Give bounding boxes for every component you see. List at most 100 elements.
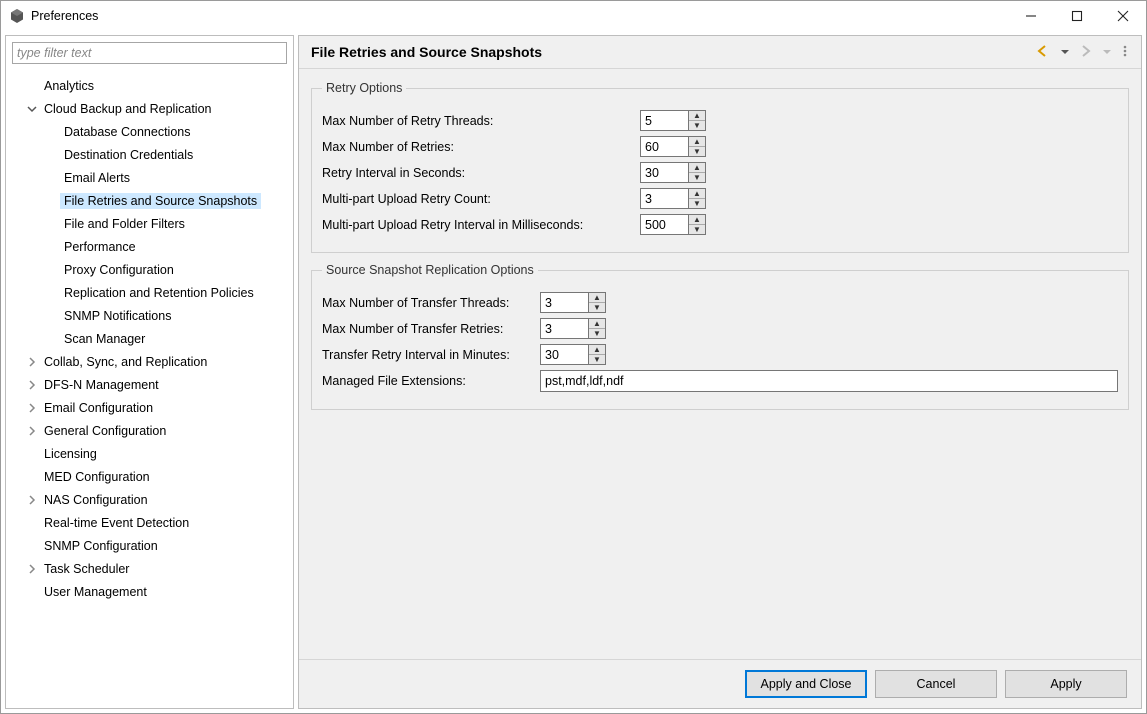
titlebar: Preferences	[1, 1, 1146, 31]
tree-item[interactable]: Proxy Configuration	[10, 258, 293, 281]
spinner-up[interactable]: ▲	[689, 111, 705, 121]
spinner[interactable]: ▲▼	[540, 344, 606, 365]
dropdown-icon[interactable]	[1103, 45, 1111, 59]
nav-tree[interactable]: Analytics Cloud Backup and Replication Dat…	[6, 70, 293, 607]
spinner-up[interactable]: ▲	[589, 319, 605, 329]
spinner-down[interactable]: ▼	[589, 329, 605, 338]
tree-item[interactable]: Performance	[10, 235, 293, 258]
back-icon[interactable]	[1037, 45, 1051, 60]
tree-item[interactable]: SNMP Configuration	[10, 534, 293, 557]
retry-options-legend: Retry Options	[322, 81, 406, 95]
field-label: Max Number of Transfer Threads:	[322, 296, 540, 310]
tree-item-label: Cloud Backup and Replication	[40, 101, 215, 117]
tree-item-label: Scan Manager	[60, 331, 149, 347]
tree-item[interactable]: Licensing	[10, 442, 293, 465]
spinner-input[interactable]	[640, 188, 688, 209]
main-panel: File Retries and Source Snapshots Retry …	[298, 35, 1142, 709]
spinner-input[interactable]	[640, 162, 688, 183]
spinner[interactable]: ▲▼	[540, 292, 606, 313]
twist-icon[interactable]	[24, 357, 40, 367]
spinner-up[interactable]: ▲	[689, 137, 705, 147]
spinner-up[interactable]: ▲	[689, 163, 705, 173]
spinner-input[interactable]	[540, 292, 588, 313]
field-label: Max Number of Transfer Retries:	[322, 322, 540, 336]
spinner-down[interactable]: ▼	[689, 121, 705, 130]
tree-item-label: Email Alerts	[60, 170, 134, 186]
tree-item-label: Collab, Sync, and Replication	[40, 354, 211, 370]
cancel-button[interactable]: Cancel	[875, 670, 997, 698]
field-label: Multi-part Upload Retry Count:	[322, 192, 640, 206]
spinner-input[interactable]	[540, 344, 588, 365]
tree-item[interactable]: SNMP Notifications	[10, 304, 293, 327]
spinner-up[interactable]: ▲	[689, 189, 705, 199]
twist-icon[interactable]	[24, 403, 40, 413]
tree-item[interactable]: DFS-N Management	[10, 373, 293, 396]
twist-icon[interactable]	[24, 564, 40, 574]
spinner-up[interactable]: ▲	[589, 345, 605, 355]
tree-item[interactable]: Email Alerts	[10, 166, 293, 189]
tree-item-label: Replication and Retention Policies	[60, 285, 258, 301]
forward-icon[interactable]	[1079, 45, 1093, 60]
field-label: Max Number of Retries:	[322, 140, 640, 154]
tree-item-label: File Retries and Source Snapshots	[60, 193, 261, 209]
tree-item[interactable]: General Configuration	[10, 419, 293, 442]
tree-item[interactable]: NAS Configuration	[10, 488, 293, 511]
tree-item[interactable]: File Retries and Source Snapshots	[10, 189, 293, 212]
spinner-up[interactable]: ▲	[589, 293, 605, 303]
apply-button[interactable]: Apply	[1005, 670, 1127, 698]
ssr-options-group: Source Snapshot Replication Options Max …	[311, 263, 1129, 410]
tree-item[interactable]: Cloud Backup and Replication	[10, 97, 293, 120]
spinner-input[interactable]	[640, 214, 688, 235]
twist-icon[interactable]	[24, 426, 40, 436]
ssr-options-legend: Source Snapshot Replication Options	[322, 263, 538, 277]
spinner-input[interactable]	[640, 136, 688, 157]
menu-icon[interactable]	[1121, 45, 1129, 60]
tree-item[interactable]: Destination Credentials	[10, 143, 293, 166]
spinner[interactable]: ▲▼	[640, 214, 706, 235]
spinner[interactable]: ▲▼	[540, 318, 606, 339]
tree-item-label: General Configuration	[40, 423, 170, 439]
window-title: Preferences	[31, 9, 98, 23]
twist-icon[interactable]	[24, 104, 40, 114]
tree-item-label: User Management	[40, 584, 151, 600]
maximize-button[interactable]	[1054, 1, 1100, 31]
minimize-button[interactable]	[1008, 1, 1054, 31]
twist-icon[interactable]	[24, 495, 40, 505]
tree-item[interactable]: MED Configuration	[10, 465, 293, 488]
filter-input[interactable]	[12, 42, 287, 64]
tree-item[interactable]: Database Connections	[10, 120, 293, 143]
tree-item[interactable]: Collab, Sync, and Replication	[10, 350, 293, 373]
twist-icon[interactable]	[24, 380, 40, 390]
spinner-input[interactable]	[540, 318, 588, 339]
spinner[interactable]: ▲▼	[640, 136, 706, 157]
managed-ext-label: Managed File Extensions:	[322, 374, 540, 388]
spinner[interactable]: ▲▼	[640, 162, 706, 183]
tree-item[interactable]: Replication and Retention Policies	[10, 281, 293, 304]
tree-item[interactable]: User Management	[10, 580, 293, 603]
spinner-down[interactable]: ▼	[689, 147, 705, 156]
spinner-down[interactable]: ▼	[589, 355, 605, 364]
tree-item[interactable]: File and Folder Filters	[10, 212, 293, 235]
field-label: Retry Interval in Seconds:	[322, 166, 640, 180]
spinner[interactable]: ▲▼	[640, 110, 706, 131]
tree-item[interactable]: Analytics	[10, 74, 293, 97]
spinner-down[interactable]: ▼	[689, 173, 705, 182]
spinner-down[interactable]: ▼	[689, 225, 705, 234]
spinner-down[interactable]: ▼	[689, 199, 705, 208]
tree-item[interactable]: Task Scheduler	[10, 557, 293, 580]
close-button[interactable]	[1100, 1, 1146, 31]
spinner-down[interactable]: ▼	[589, 303, 605, 312]
tree-item[interactable]: Scan Manager	[10, 327, 293, 350]
tree-item[interactable]: Real-time Event Detection	[10, 511, 293, 534]
tree-item-label: Licensing	[40, 446, 101, 462]
dropdown-icon[interactable]	[1061, 45, 1069, 59]
tree-item[interactable]: Email Configuration	[10, 396, 293, 419]
tree-item-label: NAS Configuration	[40, 492, 152, 508]
page-title: File Retries and Source Snapshots	[311, 44, 542, 60]
managed-ext-input[interactable]	[540, 370, 1118, 392]
retry-options-group: Retry Options Max Number of Retry Thread…	[311, 81, 1129, 253]
spinner-input[interactable]	[640, 110, 688, 131]
apply-and-close-button[interactable]: Apply and Close	[745, 670, 867, 698]
spinner[interactable]: ▲▼	[640, 188, 706, 209]
spinner-up[interactable]: ▲	[689, 215, 705, 225]
